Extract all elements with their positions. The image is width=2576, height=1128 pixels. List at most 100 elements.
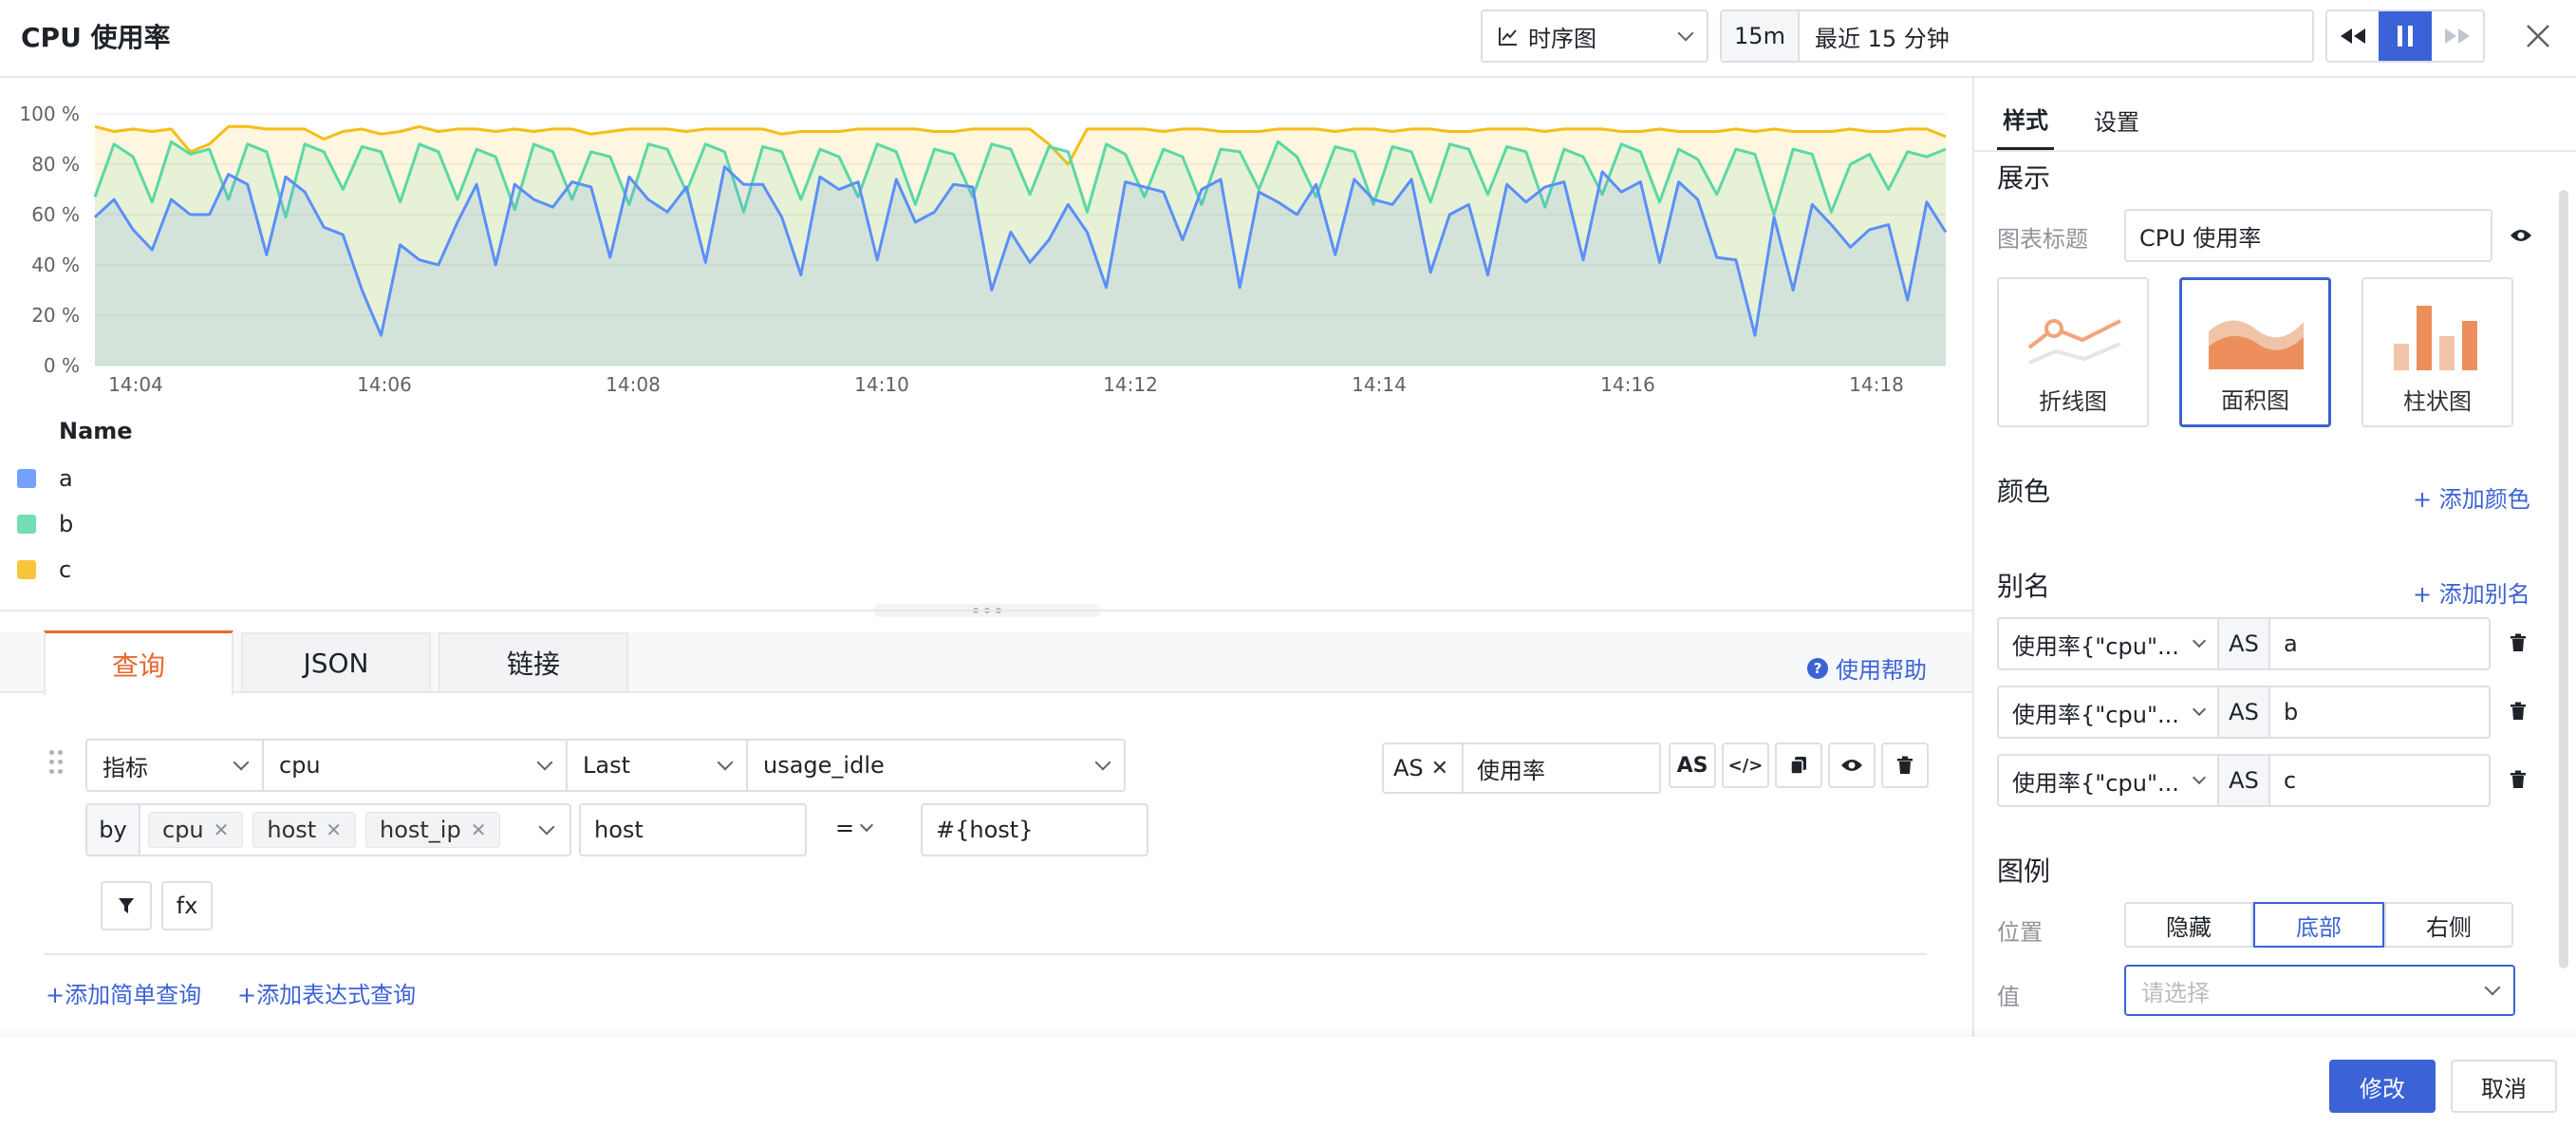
panel-tab-divider: [1974, 150, 2576, 152]
add-color-link[interactable]: + 添加颜色: [2413, 480, 2530, 514]
filter-value-input[interactable]: #{host}: [921, 803, 1148, 856]
group-by-tag: cpu ✕: [148, 812, 244, 848]
chart-title-input[interactable]: CPU 使用率: [2124, 209, 2492, 262]
filter-key-input[interactable]: host: [579, 803, 807, 856]
chart-type-area[interactable]: 面积图: [2179, 277, 2331, 427]
chevron-down-icon: [2484, 979, 2501, 996]
remove-tag-icon[interactable]: ✕: [214, 818, 230, 841]
eye-icon[interactable]: [2510, 228, 2532, 243]
legend: abc: [17, 456, 73, 592]
chevron-down-icon: [1677, 25, 1694, 42]
filter-button[interactable]: [101, 881, 152, 931]
alias-as-text: AS: [2229, 630, 2259, 657]
as-tag[interactable]: AS ✕: [1382, 743, 1464, 794]
help-icon: ?: [1807, 657, 1828, 679]
code-icon: </>: [1727, 755, 1764, 776]
page-title: CPU 使用率: [21, 22, 171, 53]
legend-item[interactable]: c: [17, 547, 73, 592]
copy-button[interactable]: [1775, 743, 1822, 788]
alias-source-value: 使用率{"cpu"...: [2012, 701, 2179, 728]
field-select[interactable]: usage_idle: [746, 739, 1126, 792]
panel-tab-style[interactable]: 样式: [1997, 89, 2054, 150]
legend-position-right[interactable]: 右侧: [2384, 902, 2513, 948]
as-button[interactable]: AS: [1669, 743, 1716, 788]
trash-icon[interactable]: [2510, 770, 2527, 789]
eye-icon: [1841, 760, 1862, 771]
chart-title-label: 图表标题: [1997, 226, 2088, 253]
alias-value-input[interactable]: a: [2268, 617, 2491, 670]
remove-tag-icon[interactable]: ✕: [326, 818, 342, 841]
as-button-label: AS: [1676, 753, 1708, 778]
measurement-select[interactable]: cpu: [262, 739, 568, 792]
alias-input[interactable]: 使用率: [1462, 743, 1661, 794]
group-by-tag-label: cpu: [162, 817, 204, 843]
x-tick-label: 14:06: [357, 373, 412, 396]
trash-icon[interactable]: [2510, 633, 2527, 652]
close-icon[interactable]: ✕: [1431, 757, 1448, 780]
help-link[interactable]: ? 使用帮助: [1807, 651, 1927, 685]
add-expression-query-link[interactable]: +添加表达式查询: [237, 976, 416, 1009]
confirm-button[interactable]: 修改: [2329, 1060, 2436, 1113]
chart-type-bar[interactable]: 柱状图: [2361, 277, 2513, 427]
alias-value-input[interactable]: b: [2268, 686, 2491, 739]
remove-tag-icon[interactable]: ✕: [471, 818, 487, 841]
tab-link[interactable]: 链接: [439, 632, 628, 693]
code-button[interactable]: </>: [1722, 743, 1769, 788]
legend-label: c: [59, 556, 72, 583]
alias-as-text: AS: [2229, 767, 2259, 794]
legend-label: b: [59, 511, 74, 537]
add-simple-query-link[interactable]: +添加简单查询: [46, 976, 201, 1009]
alias-input-value: 使用率: [1477, 757, 1545, 784]
visibility-button[interactable]: [1828, 743, 1876, 788]
chart-type-select[interactable]: 时序图: [1481, 9, 1708, 63]
legend-item[interactable]: b: [17, 501, 73, 547]
pause-icon: [2398, 26, 2413, 47]
trash-icon[interactable]: [2510, 702, 2527, 721]
line-chart-icon: [1499, 28, 1517, 46]
legend-position-bottom-label: 底部: [2296, 913, 2342, 941]
aggregation-value: Last: [583, 752, 630, 779]
header-divider: [0, 76, 2576, 78]
group-by-select[interactable]: by cpu ✕ host ✕ host_ip ✕: [85, 803, 571, 856]
y-tick-label: 80 %: [31, 153, 80, 176]
cancel-button[interactable]: 取消: [2451, 1060, 2557, 1113]
close-icon[interactable]: [2525, 23, 2551, 49]
group-by-label: by: [87, 805, 140, 855]
drag-handle-icon[interactable]: [49, 750, 63, 775]
rewind-button[interactable]: [2327, 11, 2379, 61]
legend-position-right-label: 右侧: [2426, 913, 2472, 941]
plus-icon: +: [46, 982, 65, 1008]
chart-divider: [0, 610, 1972, 611]
legend-position-hide[interactable]: 隐藏: [2124, 902, 2253, 948]
query-type-select[interactable]: 指标: [85, 739, 264, 792]
delete-button[interactable]: [1881, 743, 1929, 788]
legend-value-select[interactable]: 请选择: [2124, 965, 2515, 1016]
confirm-button-label: 修改: [2360, 1075, 2405, 1102]
filter-icon: [119, 898, 134, 913]
display-section-title: 展示: [1997, 162, 2051, 194]
forward-button[interactable]: [2432, 11, 2483, 61]
fast-forward-icon: [2445, 28, 2470, 44]
legend-item[interactable]: a: [17, 456, 73, 501]
time-range-picker[interactable]: 15m 最近 15 分钟: [1720, 9, 2314, 63]
alias-value-input[interactable]: c: [2268, 754, 2491, 807]
function-button[interactable]: fx: [161, 881, 213, 931]
legend-title: Name: [59, 418, 133, 444]
chart-type-line[interactable]: 折线图: [1997, 277, 2149, 427]
panel-scrollbar[interactable]: [2559, 190, 2568, 968]
tab-query[interactable]: 查询: [44, 630, 233, 695]
filter-operator-select[interactable]: =: [835, 815, 874, 841]
add-alias-link[interactable]: + 添加别名: [2413, 575, 2530, 609]
chevron-down-icon: [233, 754, 250, 771]
pause-button[interactable]: [2379, 11, 2432, 61]
legend-position-bottom[interactable]: 底部: [2253, 902, 2384, 948]
alias-source-select[interactable]: 使用率{"cpu"...: [1997, 686, 2219, 739]
x-tick-label: 14:10: [854, 373, 909, 396]
tab-json[interactable]: JSON: [241, 632, 431, 693]
aggregation-select[interactable]: Last: [566, 739, 748, 792]
alias-source-select[interactable]: 使用率{"cpu"...: [1997, 617, 2219, 670]
legend-label: a: [59, 465, 73, 492]
panel-tab-settings[interactable]: 设置: [2094, 89, 2139, 150]
alias-source-select[interactable]: 使用率{"cpu"...: [1997, 754, 2219, 807]
cancel-button-label: 取消: [2481, 1075, 2527, 1102]
